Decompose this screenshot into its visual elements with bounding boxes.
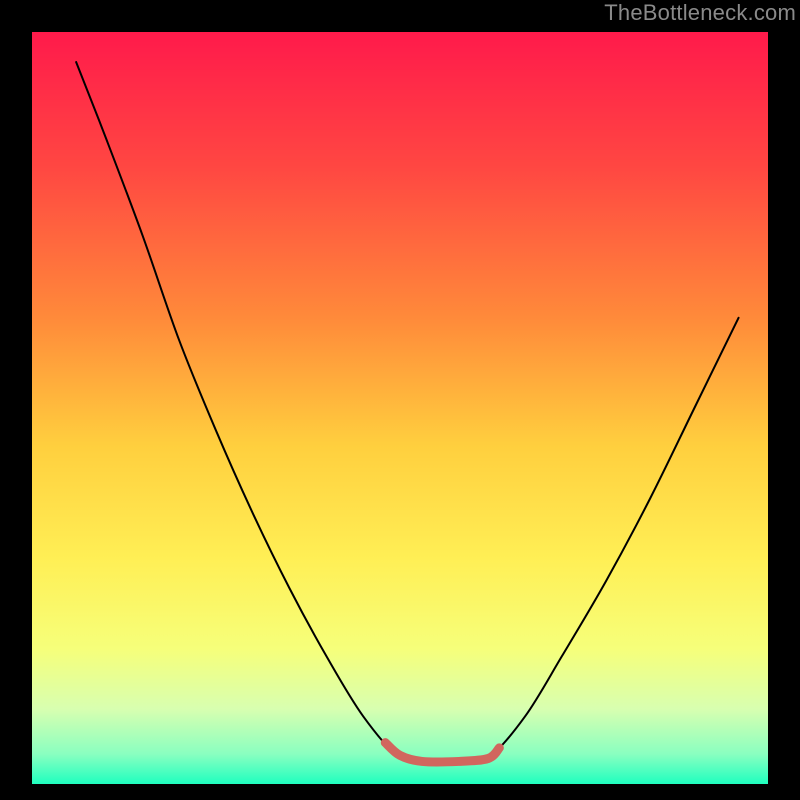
plot-background	[32, 32, 768, 784]
chart-svg	[0, 0, 800, 800]
chart-stage: TheBottleneck.com	[0, 0, 800, 800]
watermark-text: TheBottleneck.com	[604, 0, 796, 26]
